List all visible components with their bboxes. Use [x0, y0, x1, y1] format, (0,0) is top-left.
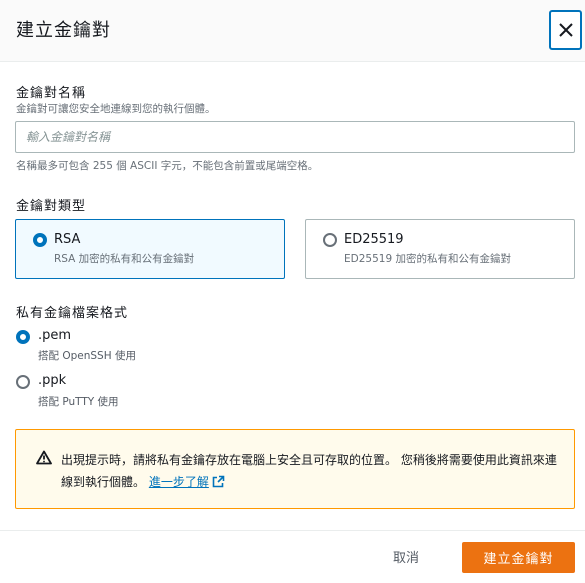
dialog-title: 建立金鑰對 — [16, 20, 111, 41]
dialog-footer: 取消 建立金鑰對 — [0, 530, 585, 583]
dialog-header: 建立金鑰對 — [0, 0, 585, 62]
key-pair-name-input[interactable] — [15, 121, 575, 153]
key-type-label: 金鑰對類型 — [16, 199, 87, 214]
option-ppk-description: 搭配 PuTTY 使用 — [38, 396, 119, 408]
learn-more-link[interactable]: 進一步了解 — [149, 475, 225, 489]
alert-text: 出現提示時，請將私有金鑰存放在電腦上安全且可存取的位置。 您稍後將需要使用此資訊… — [61, 453, 557, 489]
create-key-pair-button[interactable]: 建立金鑰對 — [462, 542, 575, 573]
radio-rsa[interactable] — [33, 233, 47, 247]
tile-ed25519-title: ED25519 — [344, 232, 404, 247]
key-type-tile-ed25519[interactable]: ED25519 ED25519 加密的私有和公有金鑰對 — [305, 219, 575, 279]
name-field-description: 金鑰對可讓您安全地連線到您的執行個體。 — [16, 103, 216, 115]
radio-pem[interactable] — [16, 330, 30, 344]
radio-ppk[interactable] — [16, 375, 30, 389]
key-type-tile-rsa[interactable]: RSA RSA 加密的私有和公有金鑰對 — [15, 219, 285, 279]
option-pem-title[interactable]: .pem — [38, 328, 71, 343]
warning-icon — [36, 450, 52, 465]
external-link-icon[interactable] — [212, 475, 225, 488]
tile-rsa-title: RSA — [54, 232, 81, 247]
option-ppk-title[interactable]: .ppk — [38, 373, 66, 388]
option-pem-description: 搭配 OpenSSH 使用 — [38, 350, 136, 362]
file-format-label: 私有金鑰檔案格式 — [16, 306, 129, 321]
radio-ed25519[interactable] — [323, 233, 337, 247]
cancel-button[interactable]: 取消 — [393, 547, 419, 566]
alert-message: 出現提示時，請將私有金鑰存放在電腦上安全且可存取的位置。 您稍後將需要使用此資訊… — [61, 449, 561, 493]
close-icon — [559, 23, 573, 37]
warning-alert: 出現提示時，請將私有金鑰存放在電腦上安全且可存取的位置。 您稍後將需要使用此資訊… — [15, 429, 575, 509]
tile-ed25519-description: ED25519 加密的私有和公有金鑰對 — [344, 253, 511, 265]
tile-rsa-description: RSA 加密的私有和公有金鑰對 — [54, 253, 195, 265]
name-field-label: 金鑰對名稱 — [16, 86, 87, 101]
learn-more-label[interactable]: 進一步了解 — [149, 475, 209, 489]
close-button[interactable] — [549, 10, 582, 50]
name-field-constraint: 名稱最多可包含 255 個 ASCII 字元，不能包含前置或尾端空格。 — [16, 160, 319, 172]
